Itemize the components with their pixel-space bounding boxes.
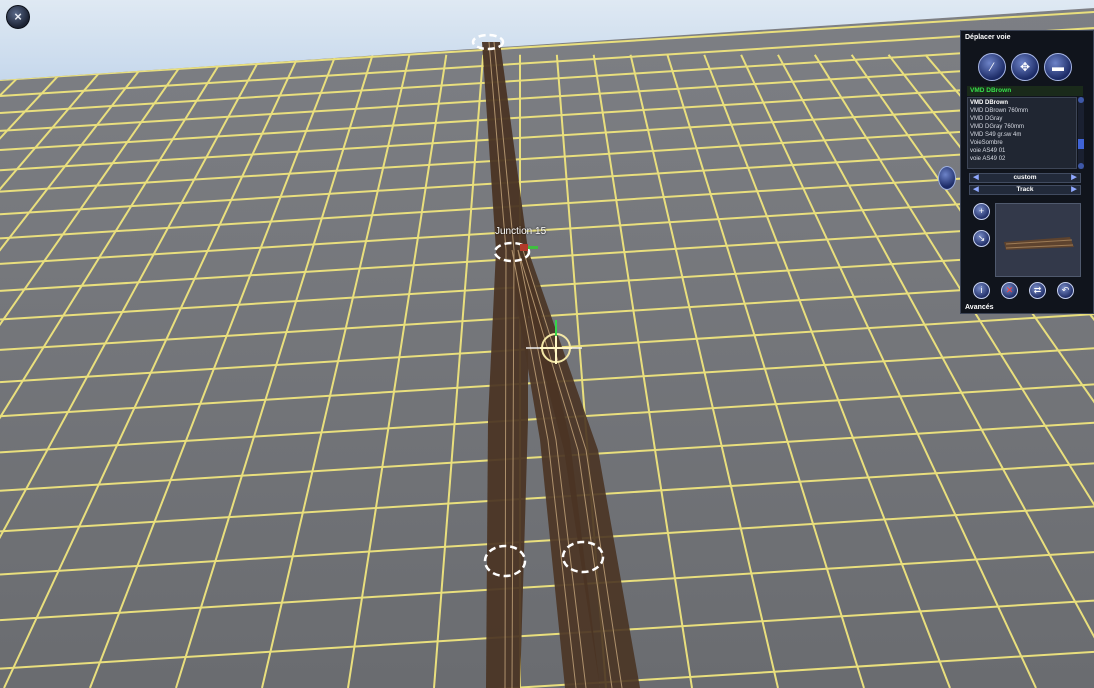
list-item[interactable]: VMD DBrown 760mm xyxy=(970,107,1074,115)
category-selector[interactable]: ◀ custom ▶ xyxy=(969,173,1081,183)
move-tool-button[interactable]: ✥ xyxy=(1011,53,1039,81)
list-item[interactable]: VoieSombre xyxy=(970,139,1074,147)
list-item[interactable]: VMD DBrown xyxy=(970,99,1074,107)
side-tool-knob[interactable] xyxy=(938,166,956,190)
arrow-right-icon[interactable]: ▶ xyxy=(1069,186,1079,194)
cancel-icon: ✕ xyxy=(1005,285,1014,295)
panel-title: Déplacer voie xyxy=(965,34,1011,41)
scroll-down-icon[interactable] xyxy=(1078,163,1084,169)
wrench-icon: ↘ xyxy=(977,233,986,243)
track-preview xyxy=(995,203,1081,277)
list-item[interactable]: VMD DGray xyxy=(970,115,1074,123)
junction-label: Junction 15 xyxy=(495,226,547,237)
flip-icon: ⇄ xyxy=(1033,285,1042,295)
advanced-label[interactable]: Avancés xyxy=(965,304,994,311)
junction-marker[interactable] xyxy=(520,244,528,251)
flip-button[interactable]: ⇄ xyxy=(1029,282,1046,299)
undo-button[interactable]: ↶ xyxy=(1057,282,1074,299)
delete-tool-icon: ▬ xyxy=(1052,60,1064,74)
selected-track-name: VMD DBrown xyxy=(967,86,1083,96)
info-icon: i xyxy=(980,285,983,295)
delete-tool-button[interactable]: ▬ xyxy=(1044,53,1072,81)
type-selector[interactable]: ◀ Track ▶ xyxy=(969,185,1081,195)
category-value: custom xyxy=(1013,174,1037,181)
track-list[interactable]: VMD DBrown VMD DBrown 760mm VMD DGray VM… xyxy=(967,97,1077,169)
info-button[interactable]: i xyxy=(973,282,990,299)
scroll-up-icon[interactable] xyxy=(1078,97,1084,103)
straighten-button[interactable]: ↘ xyxy=(973,230,990,247)
list-item[interactable]: voie AS49 02 xyxy=(970,155,1074,163)
move-tool-icon: ✥ xyxy=(1019,60,1031,74)
3d-viewport[interactable] xyxy=(0,0,1094,688)
arrow-left-icon[interactable]: ◀ xyxy=(971,186,981,194)
list-item[interactable]: voie AS49 01 xyxy=(970,147,1074,155)
close-button[interactable]: × xyxy=(6,5,30,29)
cancel-button[interactable]: ✕ xyxy=(1001,282,1018,299)
track-tool-icon: ⁄ xyxy=(990,60,993,74)
arrow-right-icon[interactable]: ▶ xyxy=(1069,174,1079,182)
junction-marker-green xyxy=(528,246,538,249)
undo-icon: ↶ xyxy=(1061,285,1070,295)
track-panel: Déplacer voie ⁄ ✥ ▬ VMD DBrown VMD DBrow… xyxy=(960,30,1094,314)
type-value: Track xyxy=(1016,186,1034,193)
track-tool-button[interactable]: ⁄ xyxy=(978,53,1006,81)
arrow-left-icon[interactable]: ◀ xyxy=(971,174,981,182)
scroll-thumb[interactable] xyxy=(1078,139,1084,149)
track-list-scrollbar[interactable] xyxy=(1078,97,1084,169)
list-item[interactable]: VMD DGray 760mm xyxy=(970,123,1074,131)
plus-icon: + xyxy=(978,206,985,216)
list-item[interactable]: VMD S49 gr.sw 4m xyxy=(970,131,1074,139)
add-node-button[interactable]: + xyxy=(973,203,990,220)
